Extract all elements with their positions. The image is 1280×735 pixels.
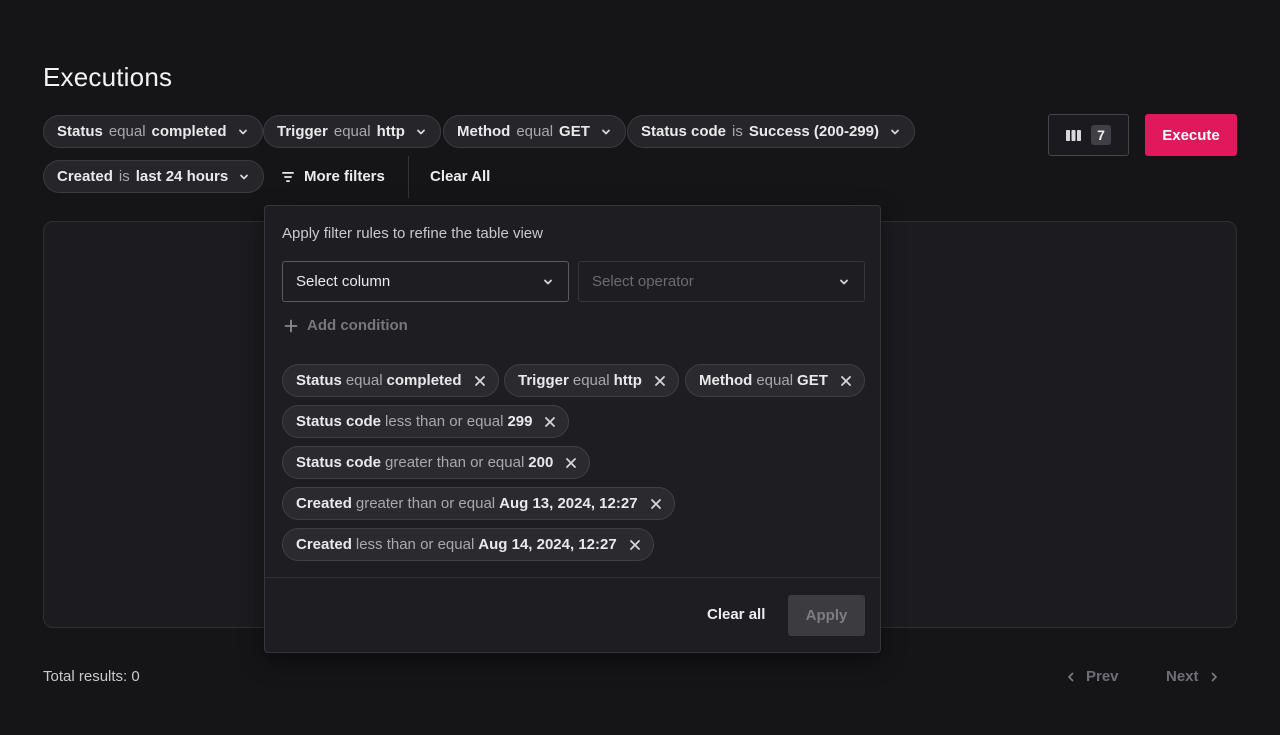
chevron-down-icon [240, 174, 249, 179]
rule-value: Aug 13, 2024, 12:27 [499, 495, 638, 512]
rule-pill: Method equal GET [685, 364, 865, 397]
rule-pill: Created greater than or equal Aug 13, 20… [282, 487, 675, 520]
chevron-down-icon [891, 129, 899, 134]
rule-field: Status code [296, 413, 382, 430]
filter-icon [282, 171, 294, 182]
filter-value: Success (200-299) [748, 123, 879, 140]
close-icon[interactable] [650, 498, 662, 510]
next-page-button[interactable]: Next [1166, 668, 1219, 685]
apply-button[interactable]: Apply [788, 595, 865, 636]
prev-page-button[interactable]: Prev [1066, 668, 1119, 685]
rule-pill: Status code greater than or equal 200 [282, 446, 591, 479]
add-condition-button[interactable]: Add condition [284, 317, 408, 334]
page-title: Executions [43, 62, 173, 92]
rule-field: Trigger [518, 372, 569, 389]
popover-divider [265, 577, 880, 578]
rule-value: GET [797, 372, 828, 389]
rule-value: Aug 14, 2024, 12:27 [478, 536, 617, 553]
more-filters-popover: Apply filter rules to refine the table v… [264, 205, 881, 653]
filter-op: equal [108, 123, 146, 140]
prev-label: Prev [1086, 668, 1119, 685]
popover-hint: Apply filter rules to refine the table v… [282, 225, 543, 242]
close-icon[interactable] [544, 416, 556, 428]
select-column-dropdown[interactable]: Select column [282, 261, 569, 302]
total-results: Total results: 0 [43, 668, 140, 685]
rule-field: Created [296, 495, 352, 512]
columns-toggle-button[interactable]: 7 [1048, 114, 1129, 156]
close-icon[interactable] [629, 539, 641, 551]
filter-pill-created[interactable]: Created is last 24 hours [43, 160, 265, 193]
filter-op: is [118, 168, 130, 185]
rule-op: equal [572, 372, 610, 389]
filter-field: Created [57, 168, 113, 185]
toolbar-divider [408, 156, 409, 198]
filter-op: equal [516, 123, 554, 140]
filter-pill-status-code[interactable]: Status code is Success (200-299) [627, 115, 915, 148]
popover-clear-all-button[interactable]: Clear all [707, 606, 765, 623]
chevron-down-icon [544, 279, 552, 284]
rule-field: Status code [296, 454, 382, 471]
rule-pill: Status equal completed [282, 364, 499, 397]
rule-op: greater than or equal [385, 454, 525, 471]
filter-field: Status code [641, 123, 727, 140]
columns-count-badge: 7 [1091, 125, 1111, 145]
select-operator-dropdown[interactable]: Select operator [578, 261, 865, 302]
close-icon[interactable] [565, 457, 577, 469]
chevron-down-icon [601, 129, 610, 134]
filter-field: Status [57, 123, 103, 140]
filter-value: last 24 hours [135, 168, 229, 185]
rule-pill: Created less than or equal Aug 14, 2024,… [282, 528, 654, 561]
filter-value: GET [559, 123, 590, 140]
rule-pill: Status code less than or equal 299 [282, 405, 570, 438]
select-column-value: Select column [296, 273, 391, 290]
chevron-down-icon [416, 129, 425, 134]
filter-value: http [376, 123, 405, 140]
chevron-down-icon [238, 129, 247, 134]
rule-op: equal [756, 372, 794, 389]
rule-field: Method [699, 372, 753, 389]
rule-value: completed [386, 372, 462, 389]
filter-pill-method[interactable]: Method equal GET [443, 115, 626, 148]
filter-pill-trigger[interactable]: Trigger equal http [263, 115, 441, 148]
filter-op: is [732, 123, 743, 140]
rule-op: equal [345, 372, 383, 389]
clear-all-filters-button[interactable]: Clear All [430, 160, 490, 193]
rule-pill: Trigger equal http [504, 364, 679, 397]
filter-value: completed [151, 123, 227, 140]
rule-value: 200 [528, 454, 554, 471]
rule-op: less than or equal [385, 413, 504, 430]
close-icon[interactable] [654, 375, 666, 387]
columns-icon [1066, 129, 1082, 141]
next-label: Next [1166, 668, 1199, 685]
chevron-down-icon [840, 279, 848, 284]
more-filters-label: More filters [304, 168, 385, 185]
filter-field: Method [457, 123, 511, 140]
plus-icon [284, 319, 298, 332]
rule-value: 299 [507, 413, 533, 430]
filter-op: equal [333, 123, 371, 140]
rule-op: greater than or equal [355, 495, 496, 512]
rule-value: http [613, 372, 642, 389]
chevron-right-icon [1211, 672, 1217, 681]
rule-field: Created [296, 536, 352, 553]
select-operator-value: Select operator [592, 273, 694, 290]
close-icon[interactable] [474, 375, 486, 387]
close-icon[interactable] [840, 375, 852, 387]
rule-field: Status [296, 372, 342, 389]
filter-pill-status[interactable]: Status equal completed [43, 115, 263, 148]
filter-field: Trigger [277, 123, 328, 140]
add-condition-label: Add condition [307, 317, 408, 334]
execute-button[interactable]: Execute [1145, 114, 1237, 156]
more-filters-button[interactable]: More filters [281, 160, 385, 193]
rule-op: less than or equal [355, 536, 475, 553]
chevron-left-icon [1068, 672, 1074, 681]
